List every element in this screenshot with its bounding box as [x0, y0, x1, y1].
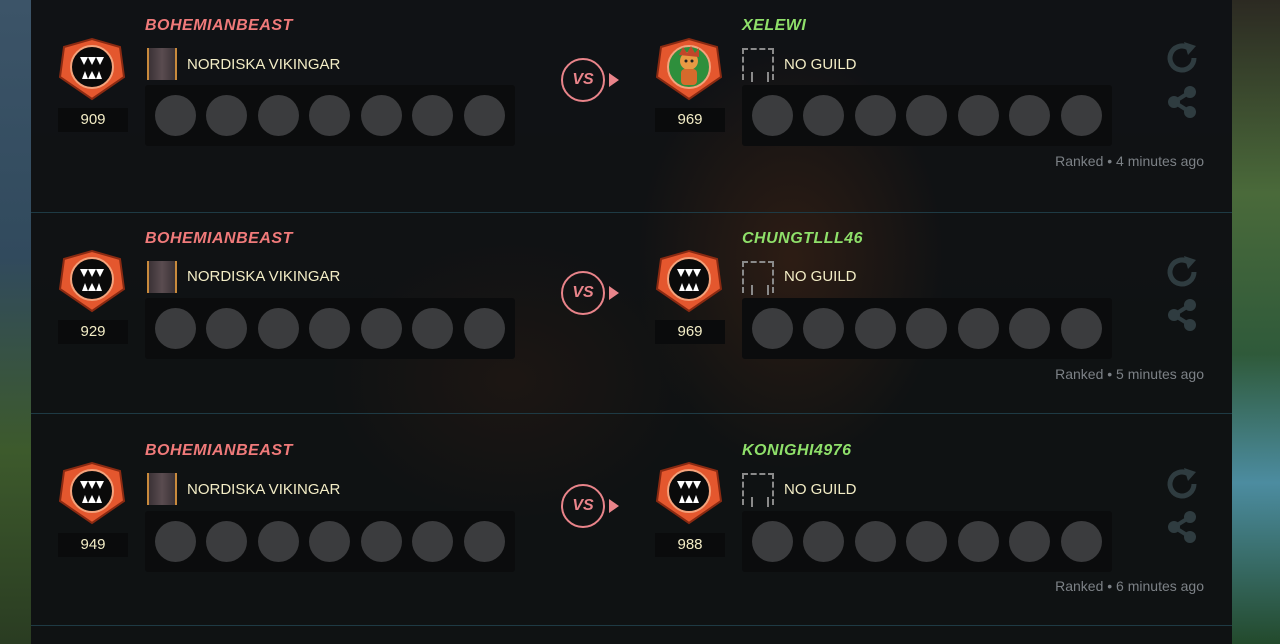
guild-name[interactable]: NORDISKA VIKINGAR — [187, 267, 340, 287]
team-slot — [206, 308, 247, 349]
team-slot — [752, 308, 793, 349]
team-slot — [958, 521, 999, 562]
team-slot — [258, 521, 299, 562]
player-name[interactable]: BOHEMIANBEAST — [145, 442, 293, 460]
team-slot — [1009, 521, 1050, 562]
team-slot — [206, 521, 247, 562]
team-slot — [464, 308, 505, 349]
guild-name[interactable]: NORDISKA VIKINGAR — [187, 55, 340, 75]
vs-arrow-icon — [609, 73, 619, 87]
team-slots — [742, 511, 1112, 572]
team-slot — [361, 521, 402, 562]
team-slot — [1009, 95, 1050, 136]
team-slot — [958, 308, 999, 349]
opponent-rating: 969 — [655, 108, 725, 132]
battle-meta: Ranked • 5 minutes ago — [1055, 366, 1204, 382]
team-slot — [258, 308, 299, 349]
team-slot — [258, 95, 299, 136]
battle-row[interactable]: 929 BOHEMIANBEAST NORDISKA VIKINGAR VS 9… — [31, 201, 1232, 414]
team-slot — [803, 521, 844, 562]
fang-badge-icon — [655, 249, 723, 313]
fang-badge-icon — [655, 461, 723, 525]
guild-name: NO GUILD — [784, 56, 857, 73]
opponent-rating: 969 — [655, 320, 725, 344]
team-slot — [412, 95, 453, 136]
battle-meta: Ranked • 6 minutes ago — [1055, 578, 1204, 594]
team-slot — [1009, 308, 1050, 349]
team-slot — [855, 308, 896, 349]
guild-banner-icon — [147, 48, 177, 80]
background-left — [0, 0, 31, 644]
team-slot — [309, 95, 350, 136]
team-slot — [155, 308, 196, 349]
team-slot — [361, 308, 402, 349]
team-slot — [464, 521, 505, 562]
team-slot — [1061, 95, 1102, 136]
fang-badge-icon — [58, 461, 126, 525]
battle-row[interactable]: 909 BOHEMIANBEAST NORDISKA VIKINGAR VS 9… — [31, 0, 1232, 213]
battle-row[interactable]: 949 BOHEMIANBEAST NORDISKA VIKINGAR VS 9… — [31, 413, 1232, 626]
team-slot — [1061, 308, 1102, 349]
fang-badge-icon — [58, 249, 126, 313]
character-avatar-icon — [655, 37, 723, 101]
team-slot — [803, 95, 844, 136]
background-right — [1232, 0, 1280, 644]
team-slots — [145, 511, 515, 572]
team-slot — [855, 95, 896, 136]
team-slot — [412, 308, 453, 349]
team-slot — [752, 95, 793, 136]
player-name[interactable]: BOHEMIANBEAST — [145, 230, 293, 248]
share-icon[interactable] — [1164, 84, 1200, 120]
player-rating: 929 — [58, 320, 128, 344]
guild-name[interactable]: NORDISKA VIKINGAR — [187, 480, 340, 500]
team-slot — [309, 308, 350, 349]
team-slot — [1061, 521, 1102, 562]
player-name[interactable]: BOHEMIANBEAST — [145, 17, 293, 35]
team-slot — [361, 95, 402, 136]
team-slots — [742, 85, 1112, 146]
team-slot — [412, 521, 453, 562]
team-slot — [206, 95, 247, 136]
battle-meta: Ranked • 4 minutes ago — [1055, 153, 1204, 169]
vs-badge: VS — [561, 271, 605, 315]
opponent-name[interactable]: KONIGHI4976 — [742, 442, 852, 460]
team-slot — [464, 95, 505, 136]
share-icon[interactable] — [1164, 509, 1200, 545]
opponent-rating: 988 — [655, 533, 725, 557]
team-slot — [309, 521, 350, 562]
team-slot — [906, 95, 947, 136]
team-slot — [855, 521, 896, 562]
player-rating: 949 — [58, 533, 128, 557]
team-slot — [906, 308, 947, 349]
no-guild-icon — [742, 473, 774, 507]
team-slot — [958, 95, 999, 136]
battle-history-panel: 909 BOHEMIANBEAST NORDISKA VIKINGAR VS 9… — [31, 0, 1232, 644]
team-slot — [155, 521, 196, 562]
vs-arrow-icon — [609, 499, 619, 513]
vs-badge: VS — [561, 484, 605, 528]
guild-banner-icon — [147, 473, 177, 505]
replay-icon[interactable] — [1164, 466, 1200, 502]
team-slots — [145, 85, 515, 146]
fang-badge-icon — [58, 37, 126, 101]
opponent-name[interactable]: XELEWI — [742, 17, 806, 35]
team-slot — [906, 521, 947, 562]
team-slot — [155, 95, 196, 136]
replay-icon[interactable] — [1164, 254, 1200, 290]
opponent-name[interactable]: CHUNGTLLL46 — [742, 230, 863, 248]
replay-icon[interactable] — [1164, 40, 1200, 76]
player-rating: 909 — [58, 108, 128, 132]
team-slots — [145, 298, 515, 359]
no-guild-icon — [742, 261, 774, 295]
guild-name: NO GUILD — [784, 268, 857, 285]
vs-badge: VS — [561, 58, 605, 102]
no-guild-icon — [742, 48, 774, 82]
share-icon[interactable] — [1164, 297, 1200, 333]
vs-arrow-icon — [609, 286, 619, 300]
team-slots — [742, 298, 1112, 359]
guild-name: NO GUILD — [784, 481, 857, 498]
team-slot — [752, 521, 793, 562]
team-slot — [803, 308, 844, 349]
guild-banner-icon — [147, 261, 177, 293]
